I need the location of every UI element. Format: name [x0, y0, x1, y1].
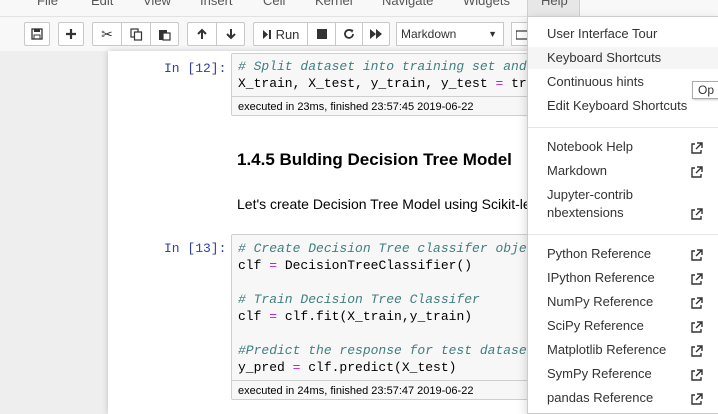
cell-type-select[interactable]: Markdown ▼ [396, 22, 504, 46]
code-line: clf = DecisionTreeClassifier() [238, 258, 473, 273]
run-button-group: Run [253, 22, 390, 46]
menu-widgets[interactable]: Widgets [463, 0, 510, 8]
external-link-icon [691, 142, 703, 154]
caret-down-icon: ▼ [488, 29, 497, 39]
menu-help[interactable]: Help [527, 0, 580, 16]
menu-item-matplotlib-reference[interactable]: Matplotlib Reference [547, 342, 666, 357]
cell-type-value: Markdown [401, 27, 457, 41]
plus-icon [66, 29, 76, 39]
external-link-icon [691, 273, 703, 285]
menu-divider [528, 234, 718, 235]
code-line: # Split dataset into training set and [238, 59, 527, 74]
external-link-icon [691, 166, 703, 178]
move-button-group [187, 22, 245, 46]
code-line: # Train Decision Tree Classifer [238, 292, 480, 307]
arrow-down-icon [225, 29, 236, 40]
paste-button[interactable] [151, 23, 178, 45]
save-button[interactable] [24, 22, 50, 46]
menu-item-notebook-help[interactable]: Notebook Help [547, 139, 633, 154]
execution-time: executed in 24ms, finished 23:57:47 2019… [238, 385, 474, 397]
code-line: X_train, X_test, y_train, y_test = tr [238, 76, 527, 91]
menu-item-sympy-reference[interactable]: SymPy Reference [547, 366, 652, 381]
menu-item-markdown[interactable]: Markdown [547, 163, 607, 178]
run-button[interactable]: Run [254, 23, 308, 45]
code-line: y_pred = clf.predict(X_test) [238, 360, 457, 375]
menu-item-pandas-reference[interactable]: pandas Reference [547, 390, 653, 405]
code-line: clf = clf.fit(X_train,y_train) [238, 309, 473, 324]
paste-icon [159, 29, 171, 41]
cell-prompt: In [13]: [164, 241, 227, 256]
menu-item-jupyter-contrib-line1[interactable]: Jupyter-contrib [547, 187, 633, 202]
copy-button[interactable] [122, 23, 151, 45]
menu-view[interactable]: View [143, 0, 171, 8]
move-up-button[interactable] [188, 23, 217, 45]
restart-run-all-button[interactable] [363, 23, 389, 45]
move-down-button[interactable] [217, 23, 244, 45]
save-icon [31, 28, 43, 40]
external-link-icon [691, 249, 703, 261]
external-link-icon [691, 393, 703, 405]
code-cell-input[interactable]: # Create Decision Tree classifer obje cl… [231, 234, 531, 400]
menu-item-continuous-hints[interactable]: Continuous hints [547, 74, 644, 89]
menu-navigate[interactable]: Navigate [382, 0, 433, 8]
menu-edit[interactable]: Edit [91, 0, 113, 8]
menu-kernel[interactable]: Kernel [315, 0, 353, 8]
menu-item-scipy-reference[interactable]: SciPy Reference [547, 318, 644, 333]
menu-cell[interactable]: Cell [263, 0, 285, 8]
external-link-icon [691, 345, 703, 357]
restart-kernel-button[interactable] [336, 23, 363, 45]
menu-bar: File Edit View Insert Cell Kernel Naviga… [0, 0, 718, 17]
edit-button-group: ✂ [92, 22, 179, 46]
code-line: #Predict the response for test datase [238, 343, 527, 358]
interrupt-kernel-button[interactable] [308, 23, 336, 45]
menu-insert[interactable]: Insert [200, 0, 233, 8]
markdown-paragraph: Let's create Decision Tree Model using S… [237, 196, 555, 212]
refresh-icon [344, 29, 354, 39]
section-heading: 1.4.5 Bulding Decision Tree Model [237, 150, 512, 169]
external-link-icon [691, 208, 703, 220]
stop-icon [316, 29, 327, 39]
menu-item-python-reference[interactable]: Python Reference [547, 246, 651, 261]
execution-bar-divider [232, 380, 530, 381]
menu-help-label: Help [541, 0, 568, 8]
cell-prompt: In [12]: [164, 61, 227, 76]
menu-item-edit-keyboard-shortcuts[interactable]: Edit Keyboard Shortcuts [547, 98, 687, 113]
step-forward-icon [262, 29, 271, 39]
tooltip: Op [692, 81, 718, 99]
copy-icon [129, 27, 142, 41]
menu-item-user-interface-tour[interactable]: User Interface Tour [547, 26, 657, 41]
execution-bar-divider [232, 96, 530, 97]
scissors-icon: ✂ [101, 25, 113, 42]
insert-cell-button[interactable] [58, 22, 84, 46]
execution-time: executed in 23ms, finished 23:57:45 2019… [238, 101, 474, 113]
menu-item-jupyter-contrib-line2[interactable]: nbextensions [547, 205, 624, 220]
menu-item-ipython-reference[interactable]: IPython Reference [547, 270, 655, 285]
external-link-icon [691, 321, 703, 333]
help-dropdown-menu: User Interface Tour Keyboard Shortcuts C… [527, 16, 718, 414]
cut-button[interactable]: ✂ [93, 23, 122, 45]
code-line: # Create Decision Tree classifer obje [238, 241, 527, 256]
run-label: Run [275, 26, 300, 42]
external-link-icon [691, 369, 703, 381]
menu-file[interactable]: File [37, 0, 58, 8]
external-link-icon [691, 297, 703, 309]
menu-divider [528, 127, 718, 128]
fast-forward-icon [369, 29, 382, 39]
menu-item-keyboard-shortcuts[interactable]: Keyboard Shortcuts [547, 50, 661, 65]
menu-item-numpy-reference[interactable]: NumPy Reference [547, 294, 653, 309]
code-cell-input[interactable]: # Split dataset into training set and X_… [231, 53, 531, 116]
arrow-up-icon [197, 28, 207, 39]
